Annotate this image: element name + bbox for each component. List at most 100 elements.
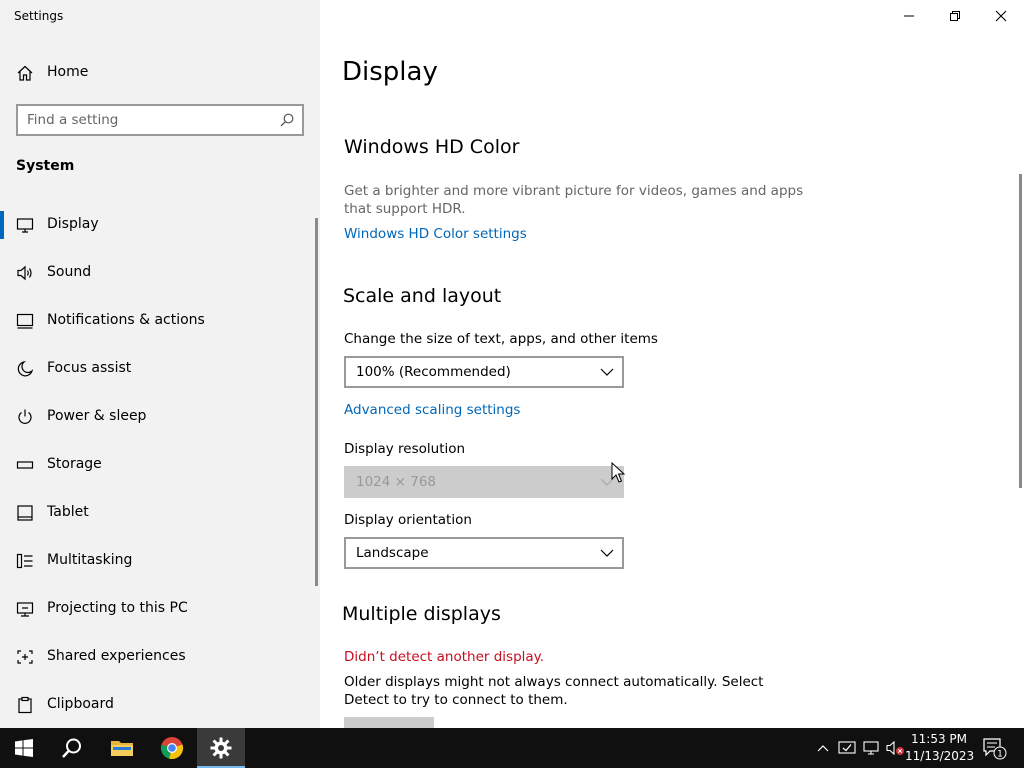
settings-app: Settings Home System Display <box>0 0 1024 768</box>
sidebar-item-clipboard[interactable]: Clipboard <box>0 689 320 728</box>
minimize-button[interactable] <box>886 0 932 32</box>
sidebar-item-label: Focus assist <box>47 360 132 376</box>
network-icon <box>863 741 879 755</box>
sidebar-nav: Display Sound Notifications & actions Fo… <box>0 209 320 728</box>
chevron-up-icon <box>817 745 829 752</box>
search-field[interactable] <box>16 104 304 136</box>
sidebar-item-label: Projecting to this PC <box>47 600 188 616</box>
windows-logo-icon <box>15 739 33 757</box>
search-icon <box>62 738 81 758</box>
restore-button[interactable] <box>932 0 978 32</box>
moon-icon <box>16 360 34 378</box>
speaker-icon <box>16 264 34 282</box>
chrome-button[interactable] <box>148 728 196 768</box>
resolution-dropdown[interactable]: 1024 × 768 <box>344 466 624 498</box>
sidebar-item-sound[interactable]: Sound <box>0 257 320 305</box>
sidebar-item-power-sleep[interactable]: Power & sleep <box>0 401 320 449</box>
chevron-down-icon <box>600 549 614 557</box>
home-icon <box>16 64 34 82</box>
volume-muted-icon <box>886 740 904 756</box>
sidebar-item-label: Multitasking <box>47 552 133 568</box>
sidebar-item-multitasking[interactable]: Multitasking <box>0 545 320 593</box>
window-title: Settings <box>14 9 64 23</box>
chrome-icon <box>160 737 184 760</box>
taskbar: 11:53 PM 11/13/2023 1 <box>0 728 1024 768</box>
multitasking-icon <box>16 552 34 570</box>
monitor-icon <box>16 216 34 234</box>
tablet-icon <box>16 504 34 522</box>
sidebar-item-shared-experiences[interactable]: Shared experiences <box>0 641 320 689</box>
sidebar-item-projecting[interactable]: Projecting to this PC <box>0 593 320 641</box>
clipboard-icon <box>16 696 34 714</box>
sidebar-item-storage[interactable]: Storage <box>0 449 320 497</box>
minimize-icon <box>904 15 914 17</box>
tray-security-button[interactable] <box>836 728 858 768</box>
sidebar-item-label: Tablet <box>47 504 89 520</box>
file-explorer-button[interactable] <box>98 728 146 768</box>
resolution-label: Display resolution <box>344 441 466 457</box>
sidebar-item-label: Notifications & actions <box>47 312 205 328</box>
settings-taskbar-button[interactable] <box>197 728 245 768</box>
sidebar-item-label: Storage <box>47 456 102 472</box>
section-heading-system: System <box>16 158 75 174</box>
sidebar-item-home[interactable]: Home <box>0 57 320 89</box>
storage-icon <box>16 456 34 474</box>
orientation-label: Display orientation <box>344 512 472 528</box>
scale-layout-heading: Scale and layout <box>343 285 502 307</box>
mouse-cursor-icon <box>611 462 625 483</box>
clock-date: 11/13/2023 <box>905 749 975 763</box>
hd-color-heading: Windows HD Color <box>344 136 520 158</box>
chevron-down-icon <box>600 368 614 376</box>
sidebar-item-display[interactable]: Display <box>0 209 320 257</box>
sidebar-item-label: Power & sleep <box>47 408 147 424</box>
show-hidden-icons-button[interactable] <box>813 728 833 768</box>
power-icon <box>16 408 34 426</box>
shared-experiences-icon <box>16 648 34 666</box>
multiple-displays-heading: Multiple displays <box>342 603 501 625</box>
notification-count-badge: 1 <box>997 750 1003 760</box>
action-center-button[interactable]: 1 <box>980 728 1010 768</box>
sidebar-item-label: Sound <box>47 264 92 280</box>
projecting-icon <box>16 600 34 618</box>
resolution-dropdown-value: 1024 × 768 <box>356 474 437 490</box>
orientation-dropdown[interactable]: Landscape <box>344 537 624 569</box>
folder-icon <box>111 741 133 756</box>
clock-time: 11:53 PM <box>911 732 967 746</box>
sidebar-item-label: Home <box>47 64 89 80</box>
sidebar-item-label: Clipboard <box>47 696 114 712</box>
restore-icon <box>950 11 960 21</box>
start-button[interactable] <box>0 728 48 768</box>
hd-color-description: Get a brighter and more vibrant picture … <box>344 183 804 217</box>
scale-dropdown[interactable]: 100% (Recommended) <box>344 356 624 388</box>
taskbar-search-button[interactable] <box>48 728 96 768</box>
main-scrollbar[interactable] <box>1019 174 1022 488</box>
taskbar-clock[interactable]: 11:53 PM 11/13/2023 <box>905 731 975 765</box>
search-input[interactable] <box>27 111 267 129</box>
sidebar-scrollbar[interactable] <box>315 218 318 586</box>
advanced-scaling-link[interactable]: Advanced scaling settings <box>344 402 520 418</box>
no-display-warning: Didn’t detect another display. <box>344 649 545 665</box>
page-title: Display <box>342 57 438 87</box>
notification-icon: 1 <box>983 738 1007 760</box>
sidebar-item-label: Display <box>47 216 99 232</box>
sidebar-item-focus-assist[interactable]: Focus assist <box>0 353 320 401</box>
tray-volume-button[interactable] <box>884 728 906 768</box>
scale-dropdown-value: 100% (Recommended) <box>356 364 511 380</box>
scale-size-label: Change the size of text, apps, and other… <box>344 331 658 347</box>
sidebar-item-tablet[interactable]: Tablet <box>0 497 320 545</box>
close-icon <box>995 10 1007 22</box>
gear-icon <box>210 737 232 759</box>
tray-network-button[interactable] <box>860 728 882 768</box>
hd-color-settings-link[interactable]: Windows HD Color settings <box>344 226 527 242</box>
orientation-dropdown-value: Landscape <box>356 545 429 561</box>
sidebar-item-label: Shared experiences <box>47 648 186 664</box>
sidebar-item-notifications[interactable]: Notifications & actions <box>0 305 320 353</box>
notifications-icon <box>16 312 34 330</box>
security-icon <box>838 741 856 754</box>
sidebar: Settings Home System Display <box>0 0 320 728</box>
window-controls <box>886 0 1024 32</box>
search-icon[interactable] <box>279 112 295 128</box>
multiple-displays-description: Older displays might not always connect … <box>344 674 764 708</box>
detect-button[interactable] <box>344 717 434 728</box>
close-button[interactable] <box>978 0 1024 32</box>
